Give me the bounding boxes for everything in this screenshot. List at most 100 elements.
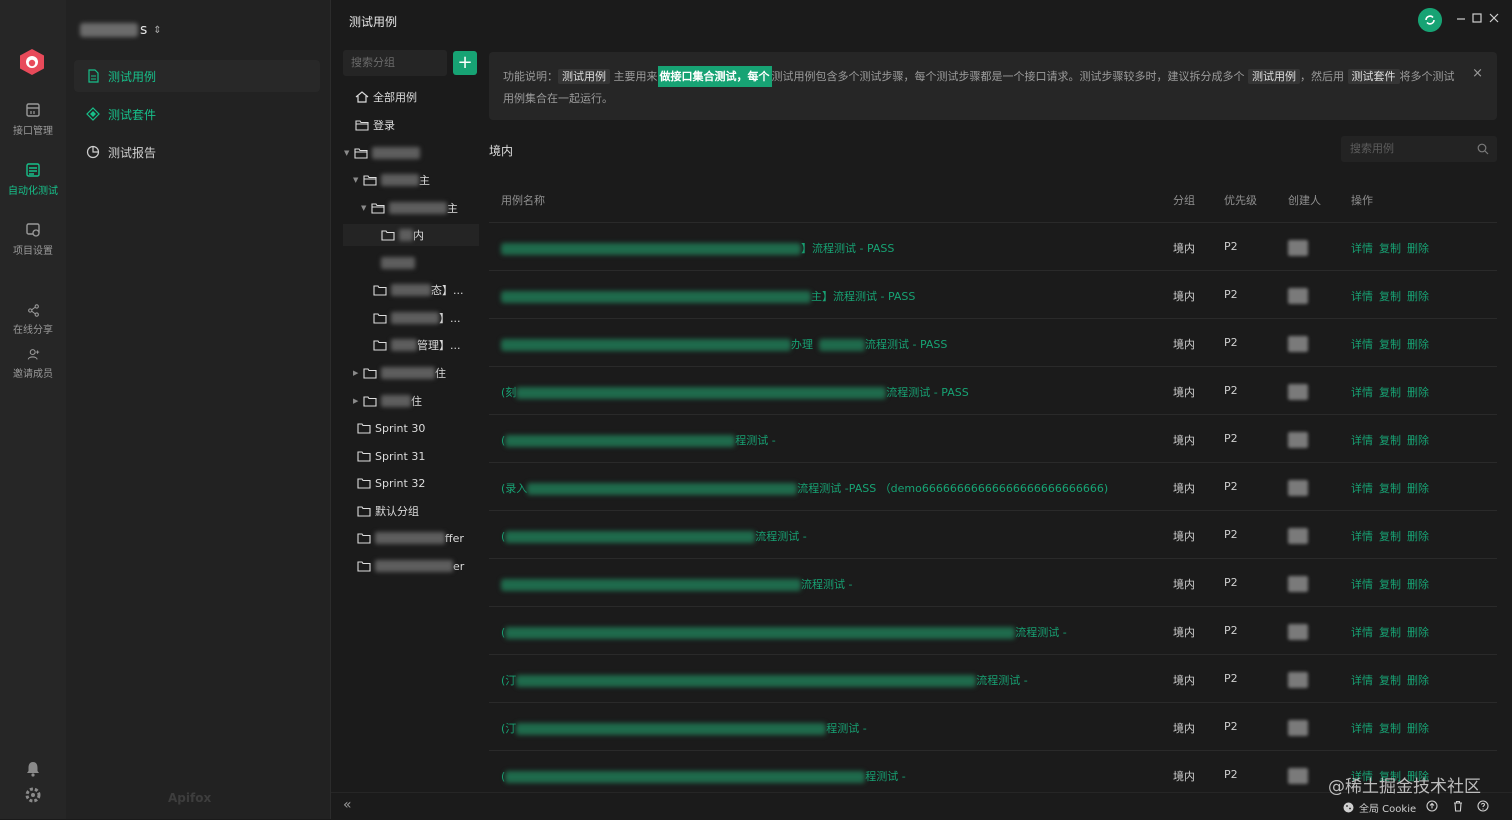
- copy-link[interactable]: 复制: [1379, 674, 1401, 687]
- delete-link[interactable]: 删除: [1407, 338, 1429, 351]
- tree-node-group[interactable]: ▶ 住: [353, 362, 446, 384]
- table-row[interactable]: 流程测试 - 境内 P2 详情 复制 删除: [489, 558, 1497, 607]
- settings-gear-icon[interactable]: [24, 786, 42, 804]
- sync-icon[interactable]: [1418, 8, 1442, 32]
- table-row[interactable]: 】流程测试 - PASS 境内 P2 详情 复制 删除: [489, 222, 1497, 271]
- rail-item-project-settings[interactable]: 项目设置: [0, 222, 66, 257]
- table-row[interactable]: (刻 流程测试 - PASS 境内 P2 详情 复制 删除: [489, 366, 1497, 415]
- case-name[interactable]: (录入 流程测试 -PASS （demo666666666666666666666…: [501, 480, 1108, 496]
- tree-node-case[interactable]: [381, 252, 415, 274]
- copy-link[interactable]: 复制: [1379, 578, 1401, 591]
- case-name[interactable]: 】流程测试 - PASS: [501, 240, 894, 256]
- copy-link[interactable]: 复制: [1379, 530, 1401, 543]
- tree-node-group[interactable]: ▼ 主: [361, 197, 458, 219]
- copy-link[interactable]: 复制: [1379, 722, 1401, 735]
- case-name[interactable]: (流程测试 -: [501, 624, 1067, 640]
- delete-link[interactable]: 删除: [1407, 674, 1429, 687]
- detail-link[interactable]: 详情: [1351, 674, 1373, 687]
- detail-link[interactable]: 详情: [1351, 242, 1373, 255]
- copy-link[interactable]: 复制: [1379, 242, 1401, 255]
- minimize-icon[interactable]: [1455, 12, 1467, 24]
- table-row[interactable]: (流程测试 - 境内 P2 详情 复制 删除: [489, 510, 1497, 559]
- copy-link[interactable]: 复制: [1379, 626, 1401, 639]
- case-name[interactable]: (程测试 -: [501, 768, 906, 784]
- detail-link[interactable]: 详情: [1351, 482, 1373, 495]
- detail-link[interactable]: 详情: [1351, 530, 1373, 543]
- tree-node-group[interactable]: er: [357, 555, 464, 577]
- collapse-sidebar-icon[interactable]: «: [343, 797, 352, 813]
- detail-link[interactable]: 详情: [1351, 386, 1373, 399]
- case-name[interactable]: (刻 流程测试 - PASS: [501, 384, 969, 400]
- tree-node-group[interactable]: ▼ 主: [353, 169, 430, 191]
- project-selector[interactable]: s ⇕: [80, 20, 162, 40]
- case-search-input[interactable]: 搜索用例: [1341, 136, 1497, 162]
- case-name[interactable]: (汀 流程测试 -: [501, 672, 1028, 688]
- notification-bell-icon[interactable]: [24, 760, 42, 778]
- nav-item-test-reports[interactable]: 测试报告: [74, 136, 320, 168]
- maximize-icon[interactable]: [1471, 12, 1483, 24]
- nav-item-test-cases[interactable]: 测试用例: [74, 60, 320, 92]
- tree-node-group[interactable]: 态】...: [373, 279, 464, 301]
- tree-node-login[interactable]: 登录: [355, 114, 395, 136]
- nav-item-test-suites[interactable]: 测试套件: [74, 98, 320, 130]
- tree-node-sprint-31[interactable]: Sprint 31: [357, 445, 425, 467]
- tree-node-group[interactable]: ▶ 住: [353, 390, 422, 412]
- tree-node-sprint-30[interactable]: Sprint 30: [357, 417, 425, 439]
- rail-item-api-management[interactable]: 接口管理: [0, 102, 66, 137]
- tree-node-all-cases[interactable]: 全部用例: [355, 86, 417, 108]
- delete-link[interactable]: 删除: [1407, 242, 1429, 255]
- trash-icon[interactable]: [1452, 800, 1464, 812]
- tree-node-group[interactable]: 管理】...: [373, 334, 461, 356]
- copy-link[interactable]: 复制: [1379, 434, 1401, 447]
- case-name-tail: 流程测试 -: [801, 578, 853, 591]
- case-name[interactable]: (程测试 -: [501, 432, 776, 448]
- table-row[interactable]: 主】流程测试 - PASS 境内 P2 详情 复制 删除: [489, 270, 1497, 319]
- case-name[interactable]: (流程测试 -: [501, 528, 807, 544]
- delete-link[interactable]: 删除: [1407, 386, 1429, 399]
- case-name[interactable]: (汀 程测试 -: [501, 720, 867, 736]
- delete-link[interactable]: 删除: [1407, 434, 1429, 447]
- table-row[interactable]: (汀 流程测试 - 境内 P2 详情 复制 删除: [489, 654, 1497, 703]
- table-row[interactable]: (流程测试 - 境内 P2 详情 复制 删除: [489, 606, 1497, 655]
- delete-link[interactable]: 删除: [1407, 290, 1429, 303]
- copy-link[interactable]: 复制: [1379, 338, 1401, 351]
- delete-link[interactable]: 删除: [1407, 482, 1429, 495]
- table-row[interactable]: (录入 流程测试 -PASS （demo666666666666666666666…: [489, 462, 1497, 511]
- upload-icon[interactable]: [1426, 800, 1438, 812]
- apifox-logo-icon[interactable]: [19, 48, 45, 76]
- tree-node-group[interactable]: 】...: [373, 307, 461, 329]
- detail-link[interactable]: 详情: [1351, 578, 1373, 591]
- tree-node-sprint-32[interactable]: Sprint 32: [357, 472, 425, 494]
- tree-node-group[interactable]: ▼: [344, 142, 420, 164]
- copy-link[interactable]: 复制: [1379, 386, 1401, 399]
- detail-link[interactable]: 详情: [1351, 290, 1373, 303]
- help-icon[interactable]: [1477, 800, 1489, 812]
- detail-link[interactable]: 详情: [1351, 338, 1373, 351]
- tree-node-default-group[interactable]: 默认分组: [357, 500, 419, 522]
- tree-node-selected[interactable]: 内: [343, 224, 479, 246]
- case-name[interactable]: 办理 流程测试 - PASS: [501, 336, 947, 352]
- delete-link[interactable]: 删除: [1407, 626, 1429, 639]
- delete-link[interactable]: 删除: [1407, 530, 1429, 543]
- close-window-icon[interactable]: [1488, 12, 1500, 24]
- table-row[interactable]: (汀 程测试 - 境内 P2 详情 复制 删除: [489, 702, 1497, 751]
- case-name[interactable]: 主】流程测试 - PASS: [501, 288, 915, 304]
- group-search-input[interactable]: 搜索分组: [343, 50, 447, 76]
- tree-node-group[interactable]: ffer: [357, 527, 464, 549]
- detail-link[interactable]: 详情: [1351, 626, 1373, 639]
- case-name[interactable]: 流程测试 -: [501, 576, 852, 592]
- add-group-button[interactable]: +: [453, 51, 477, 75]
- detail-link[interactable]: 详情: [1351, 434, 1373, 447]
- delete-link[interactable]: 删除: [1407, 578, 1429, 591]
- table-row[interactable]: 办理 流程测试 - PASS 境内 P2 详情 复制 删除: [489, 318, 1497, 367]
- table-row[interactable]: (程测试 - 境内 P2 详情 复制 删除: [489, 414, 1497, 463]
- global-cookie-button[interactable]: 全局 Cookie: [1343, 800, 1416, 815]
- close-tip-icon[interactable]: ×: [1472, 66, 1483, 81]
- rail-item-auto-test[interactable]: 自动化测试: [0, 162, 66, 197]
- delete-link[interactable]: 删除: [1407, 722, 1429, 735]
- detail-link[interactable]: 详情: [1351, 722, 1373, 735]
- rail-item-invite-members[interactable]: 邀请成员: [0, 348, 66, 380]
- copy-link[interactable]: 复制: [1379, 290, 1401, 303]
- rail-item-online-share[interactable]: 在线分享: [0, 304, 66, 336]
- copy-link[interactable]: 复制: [1379, 482, 1401, 495]
